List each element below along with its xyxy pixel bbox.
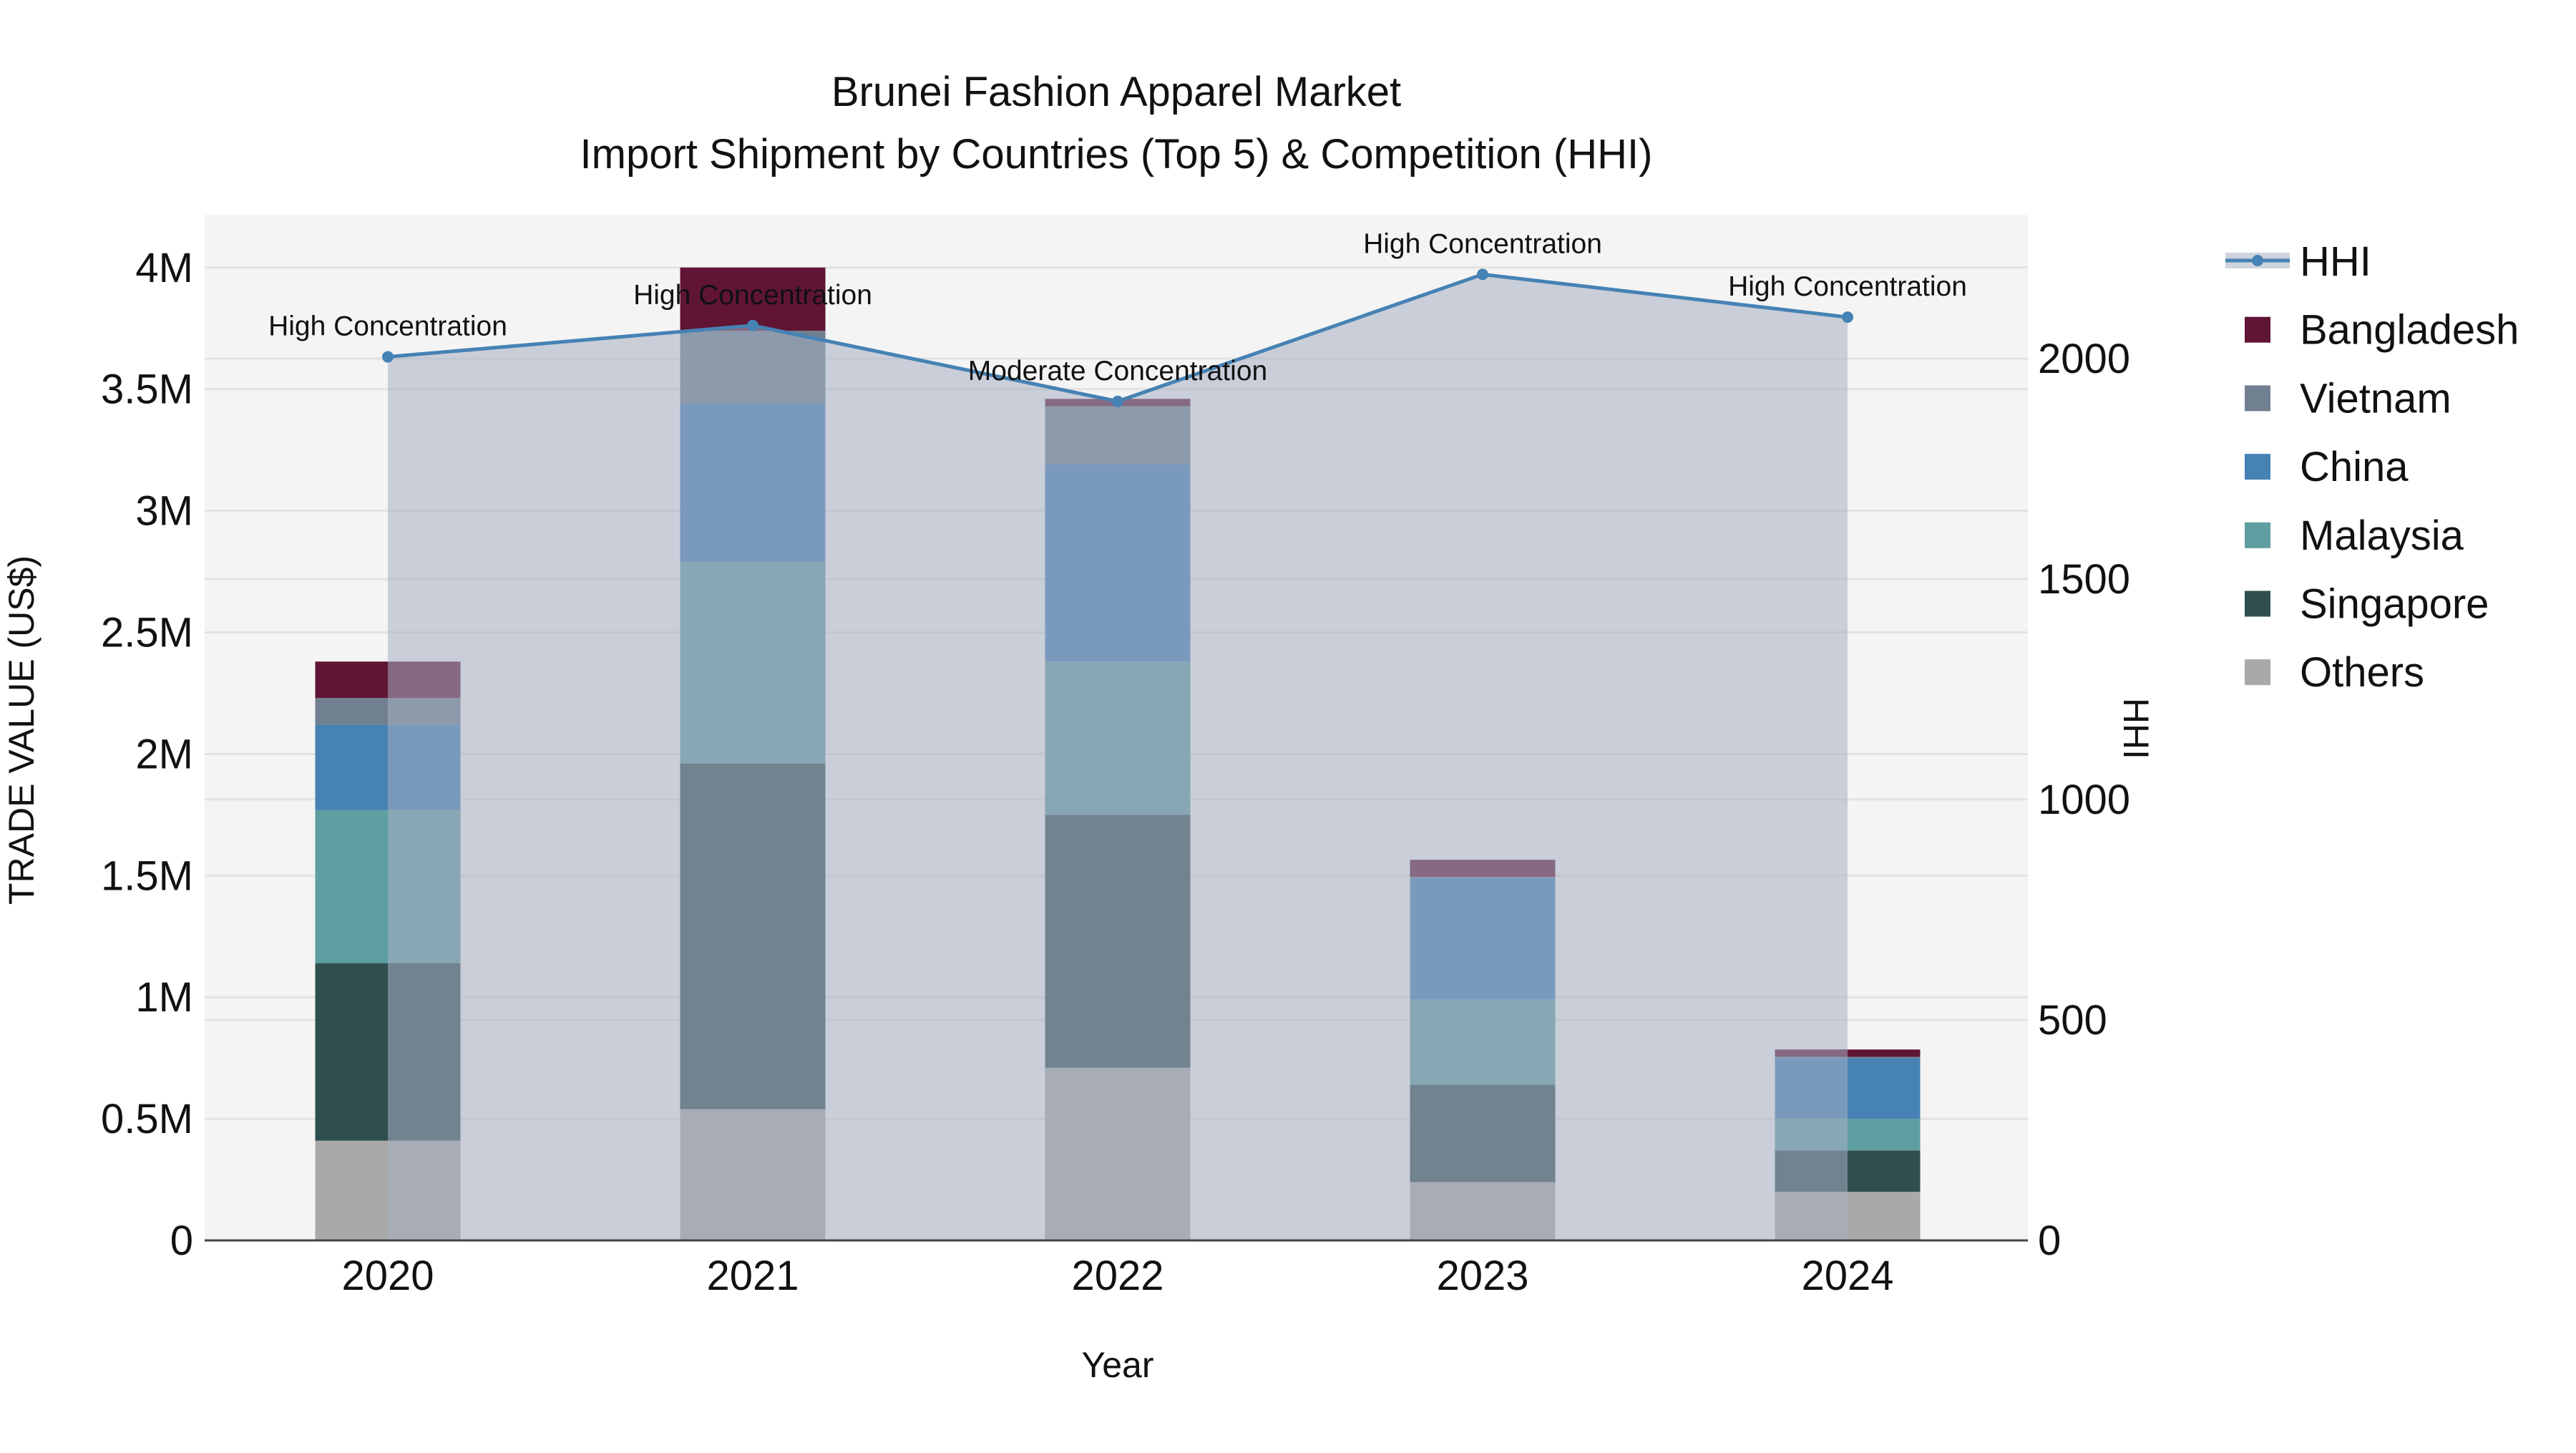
x-tick-label: 2021 [706, 1253, 799, 1299]
legend-label-bangladesh: Bangladesh [2300, 307, 2519, 354]
hhi-point [1112, 395, 1123, 407]
y2-tick-label: 2000 [2038, 336, 2130, 382]
hhi-annotation: High Concentration [1363, 228, 1602, 259]
chart: High Concentration High Concentration Mode… [1, 69, 2519, 1385]
y2-tick-label: 0 [2038, 1218, 2061, 1264]
hhi-point [1842, 311, 1853, 324]
y-tick-label: 4M [135, 245, 193, 291]
x-tick-label: 2024 [1801, 1253, 1893, 1299]
x-tick-label: 2023 [1436, 1253, 1528, 1299]
legend-label-hhi: HHI [2300, 238, 2371, 285]
legend-swatch-china [2245, 454, 2270, 480]
chart-title-line1: Brunei Fashion Apparel Market [831, 69, 1401, 115]
legend-swatch-hhi-point [2252, 255, 2263, 266]
hhi-point [747, 319, 758, 331]
y-tick-label: 3M [135, 488, 193, 535]
y-tick-label: 0.5M [101, 1096, 193, 1142]
chart-title-line2: Import Shipment by Countries (Top 5) & C… [580, 131, 1653, 178]
y-tick-label: 3.5M [101, 366, 193, 413]
hhi-annotation: High Concentration [268, 311, 507, 342]
legend-label-vietnam: Vietnam [2300, 375, 2451, 422]
legend-swatch-malaysia [2245, 522, 2270, 548]
hhi-point [382, 351, 394, 363]
hhi-annotation: High Concentration [1728, 271, 1967, 302]
x-tick-label: 2020 [341, 1253, 434, 1299]
y2-tick-label: 1500 [2038, 556, 2130, 603]
hhi-area [388, 274, 1848, 1240]
y-tick-label: 0 [170, 1218, 193, 1264]
y2-tick-label: 1000 [2038, 777, 2130, 823]
legend-label-china: China [2300, 444, 2409, 490]
legend-label-singapore: Singapore [2300, 581, 2489, 628]
y2-tick-label: 500 [2038, 997, 2107, 1044]
legend-swatch-others [2245, 659, 2270, 686]
y-tick-label: 1.5M [101, 852, 193, 899]
legend-label-malaysia: Malaysia [2300, 512, 2464, 559]
y-tick-label: 1M [135, 974, 193, 1021]
legend-swatch-bangladesh [2245, 316, 2270, 343]
y-axis-title: TRADE VALUE (US$) [1, 555, 42, 905]
x-tick-label: 2022 [1071, 1253, 1163, 1299]
legend-swatch-singapore [2245, 591, 2270, 617]
y-tick-label: 2M [135, 731, 193, 777]
y2-axis-title: HHI [2116, 698, 2156, 759]
x-axis-title: Year [1081, 1345, 1153, 1385]
hhi-annotation: High Concentration [633, 280, 872, 311]
y-tick-label: 2.5M [101, 610, 193, 656]
hhi-annotation: Moderate Concentration [968, 356, 1267, 387]
hhi-point [1477, 268, 1488, 281]
legend-swatch-vietnam [2245, 385, 2270, 412]
legend-label-others: Others [2300, 649, 2424, 696]
legend: HHI Bangladesh Vietnam China Malaysia Singapo… [2225, 238, 2519, 696]
hhi-area-fill [388, 274, 1848, 1240]
